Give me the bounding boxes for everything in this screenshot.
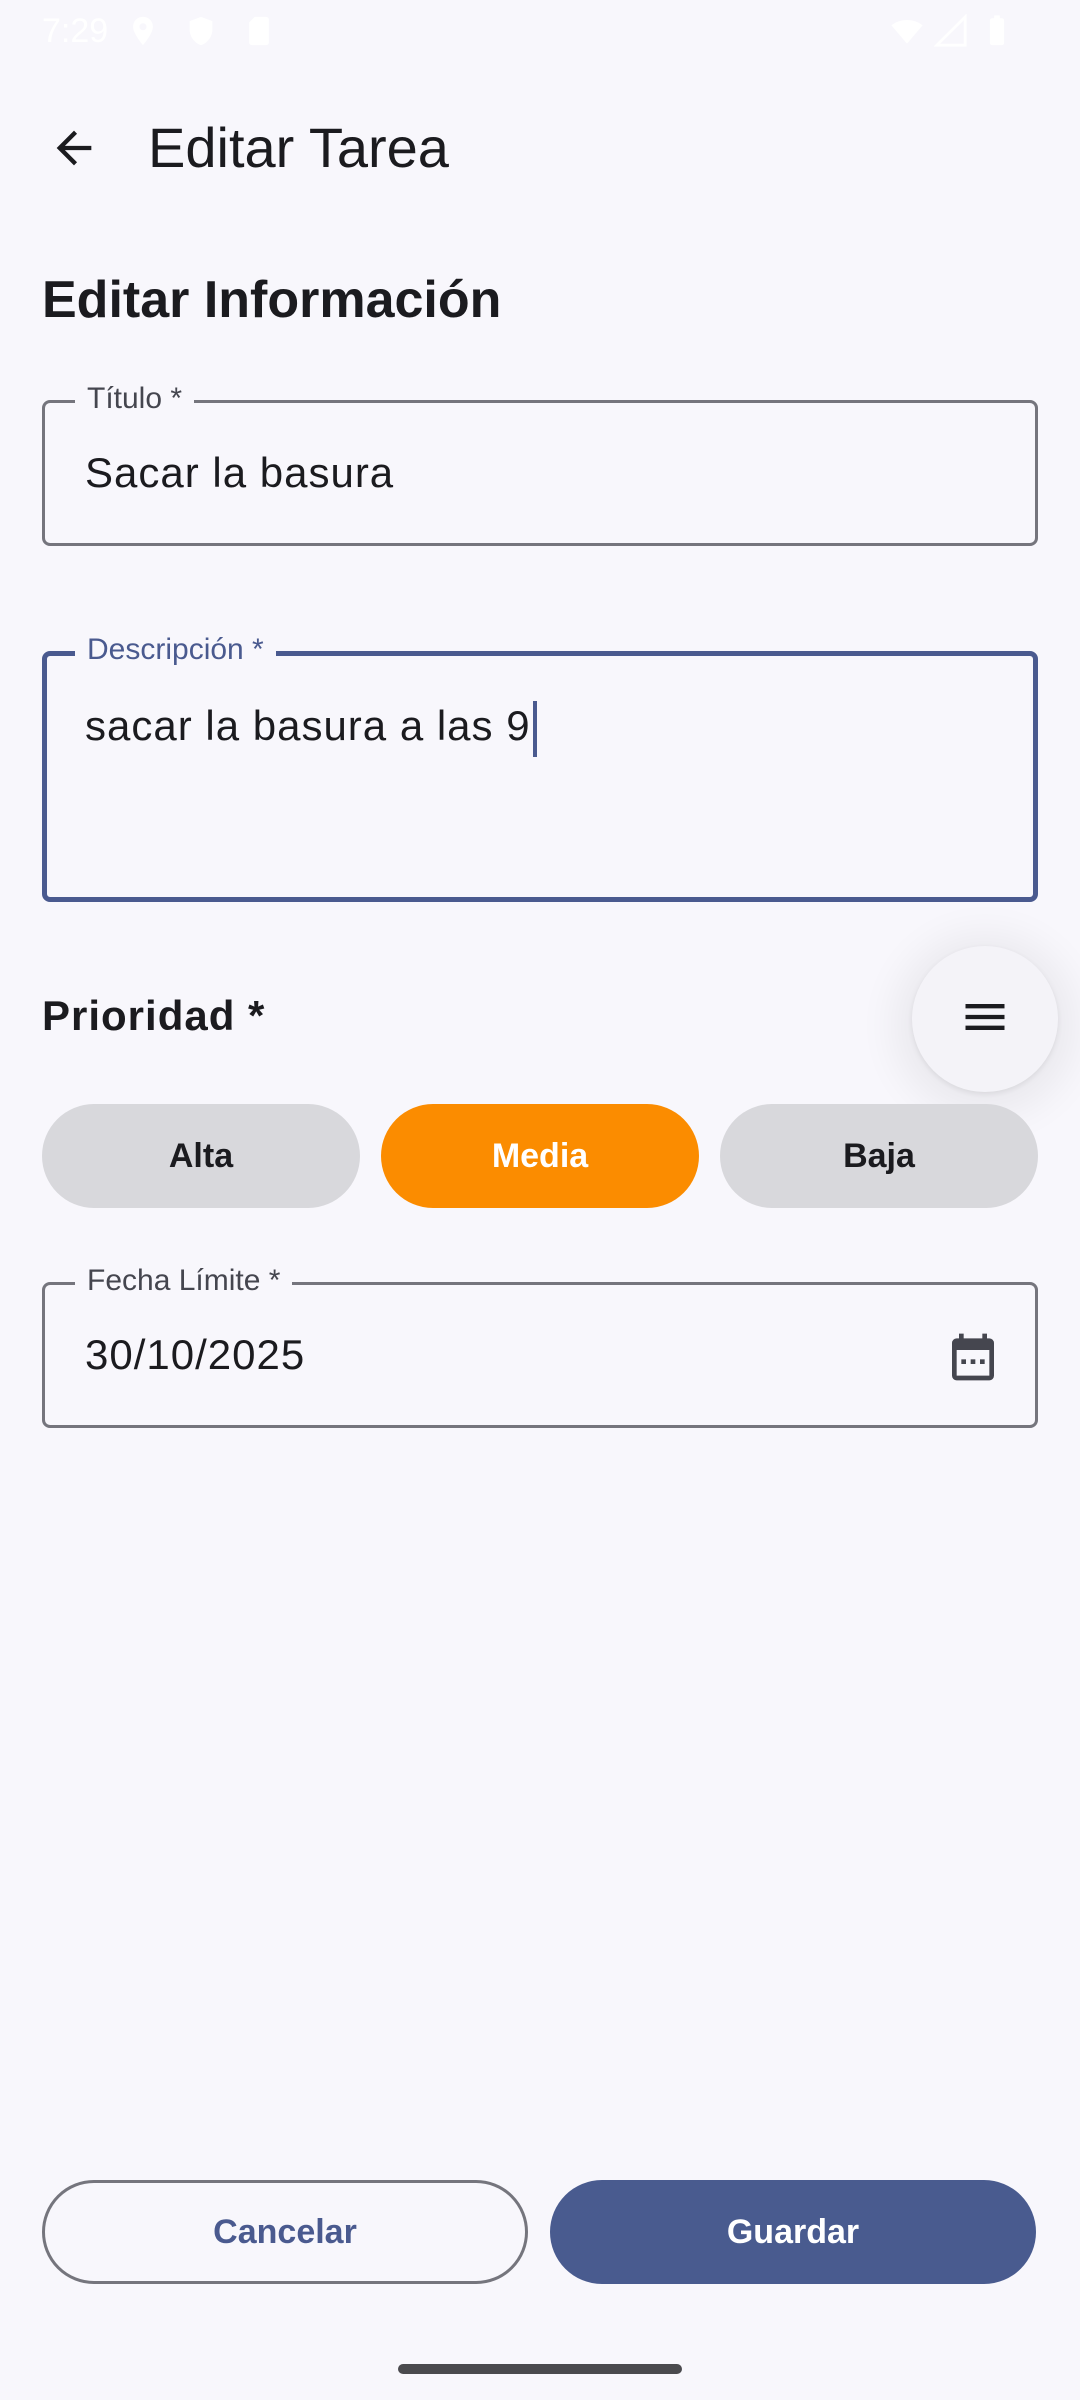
title-field[interactable]: Título * Sacar la basura — [42, 381, 1038, 546]
description-field-label: Descripción * — [75, 632, 276, 668]
calendar-icon[interactable] — [945, 1329, 1001, 1385]
title-field-value: Sacar la basura — [85, 449, 395, 496]
description-field-value: sacar la basura a las 9 — [85, 702, 531, 749]
menu-fab[interactable] — [912, 946, 1058, 1092]
location-icon — [126, 14, 160, 48]
priority-label: Prioridad * — [42, 992, 266, 1039]
back-button[interactable] — [36, 112, 112, 188]
cancel-button[interactable]: Cancelar — [42, 2180, 528, 2284]
due-date-field-value: 30/10/2025 — [85, 1331, 306, 1378]
signal-icon — [933, 13, 968, 48]
section-title: Editar Información — [42, 271, 502, 329]
menu-icon — [959, 991, 1011, 1048]
description-field[interactable]: Descripción * sacar la basura a las 9 — [42, 632, 1038, 902]
app-bar-title: Editar Tarea — [148, 116, 449, 179]
title-field-label: Título * — [75, 381, 195, 417]
arrow-back-icon — [48, 122, 100, 179]
sim-card-icon — [242, 14, 276, 48]
save-button[interactable]: Guardar — [550, 2180, 1036, 2284]
home-indicator[interactable] — [398, 2364, 682, 2374]
priority-option-alta[interactable]: Alta — [42, 1104, 360, 1208]
due-date-field[interactable]: Fecha Límite * 30/10/2025 — [42, 1263, 1038, 1428]
priority-option-baja[interactable]: Baja — [720, 1104, 1038, 1208]
wifi-icon — [890, 14, 924, 48]
battery-icon — [980, 14, 1014, 48]
shield-icon — [184, 14, 218, 48]
status-bar: 7:29 — [0, 0, 1080, 62]
due-date-field-label: Fecha Límite * — [75, 1263, 293, 1299]
priority-option-media[interactable]: Media — [381, 1104, 699, 1208]
text-cursor — [532, 700, 537, 757]
status-time: 7:29 — [42, 12, 109, 50]
